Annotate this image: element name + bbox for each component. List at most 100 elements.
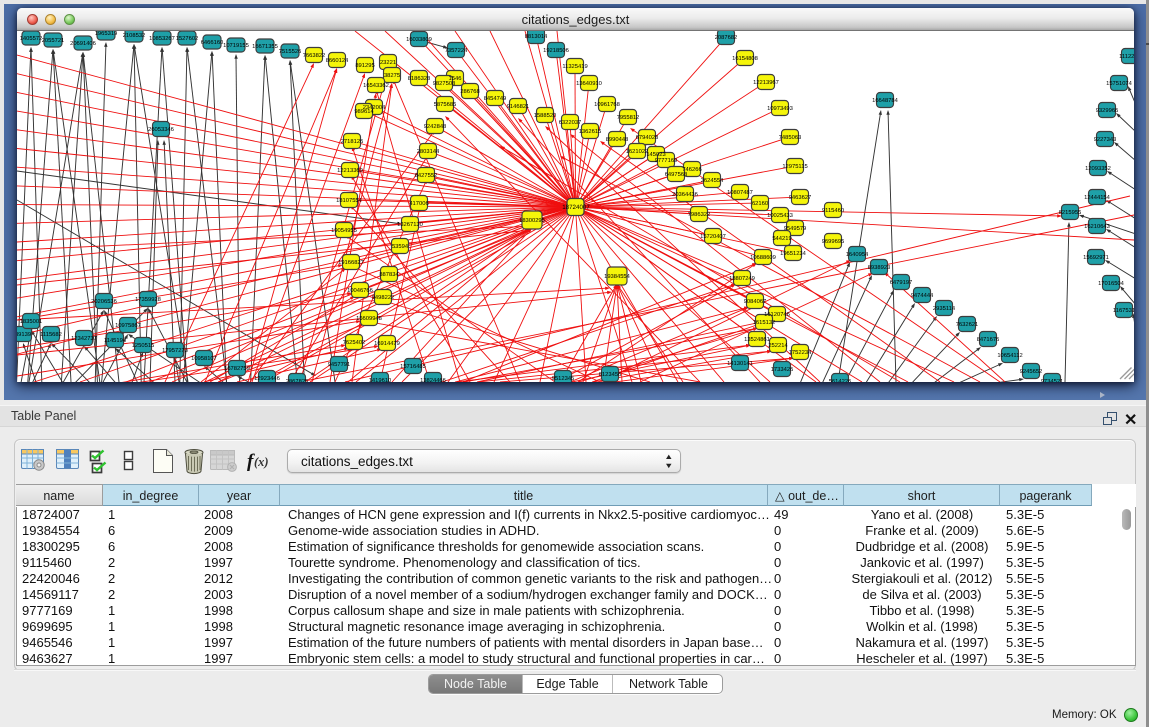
svg-text:6479197: 6479197 bbox=[890, 279, 913, 286]
svg-text:6794028: 6794028 bbox=[636, 134, 659, 141]
svg-text:1588520: 1588520 bbox=[534, 112, 557, 119]
svg-text:20691406: 20691406 bbox=[70, 40, 96, 47]
svg-text:9242848: 9242848 bbox=[424, 123, 447, 130]
svg-text:10973493: 10973493 bbox=[767, 105, 793, 112]
svg-text:10688609: 10688609 bbox=[750, 254, 776, 261]
svg-text:18724007: 18724007 bbox=[562, 204, 590, 211]
svg-text:8471676: 8471676 bbox=[977, 336, 1000, 343]
svg-text:16154808: 16154808 bbox=[732, 55, 758, 62]
svg-text:1362615: 1362615 bbox=[579, 128, 602, 135]
svg-text:10807487: 10807487 bbox=[727, 189, 753, 196]
svg-text:8938923: 8938923 bbox=[868, 264, 891, 271]
svg-text:12923446: 12923446 bbox=[254, 375, 280, 382]
svg-text:8660124: 8660124 bbox=[326, 57, 349, 64]
svg-text:2055721: 2055721 bbox=[42, 37, 65, 44]
svg-text:9474444: 9474444 bbox=[911, 292, 934, 299]
svg-text:16033809: 16033809 bbox=[406, 36, 432, 43]
svg-text:7663822: 7663822 bbox=[303, 52, 326, 59]
svg-text:16210643: 16210643 bbox=[1084, 223, 1110, 230]
svg-text:9245652: 9245652 bbox=[1020, 368, 1043, 375]
svg-text:19651234: 19651234 bbox=[780, 250, 807, 257]
svg-text:9512345: 9512345 bbox=[552, 375, 575, 382]
svg-text:18300295: 18300295 bbox=[519, 217, 545, 224]
svg-text:1621022: 1621022 bbox=[626, 148, 649, 155]
svg-text:9827508: 9827508 bbox=[433, 80, 456, 87]
svg-text:9463627: 9463627 bbox=[789, 194, 812, 201]
svg-text:7632621: 7632621 bbox=[956, 321, 979, 328]
svg-text:10719155: 10719155 bbox=[223, 42, 249, 49]
svg-text:15751074: 15751074 bbox=[1106, 80, 1133, 87]
svg-text:1115682: 1115682 bbox=[40, 331, 62, 338]
svg-text:1615132: 1615132 bbox=[753, 319, 776, 326]
svg-text:145023: 145023 bbox=[646, 151, 665, 158]
svg-text:(x): (x) bbox=[254, 455, 269, 469]
svg-text:12093352: 12093352 bbox=[1085, 165, 1111, 172]
svg-text:7625402: 7625402 bbox=[343, 339, 366, 346]
svg-text:7515526: 7515526 bbox=[279, 48, 302, 55]
svg-text:8813014: 8813014 bbox=[525, 33, 548, 40]
svg-text:53594: 53594 bbox=[392, 243, 409, 250]
svg-text:417006: 417006 bbox=[409, 200, 428, 207]
svg-text:2718126: 2718126 bbox=[341, 138, 364, 145]
svg-text:7955812: 7955812 bbox=[617, 114, 640, 121]
svg-text:16782759: 16782759 bbox=[224, 365, 250, 372]
svg-text:891295: 891295 bbox=[355, 62, 374, 69]
svg-text:9777169: 9777169 bbox=[655, 157, 678, 164]
svg-text:1527602: 1527602 bbox=[176, 35, 199, 42]
svg-text:16648784: 16648784 bbox=[872, 97, 899, 104]
svg-text:16671355: 16671355 bbox=[252, 43, 278, 50]
svg-text:2087682: 2087682 bbox=[715, 34, 738, 41]
svg-text:9734521: 9734521 bbox=[1041, 378, 1064, 382]
svg-text:9457791: 9457791 bbox=[328, 361, 351, 368]
svg-text:9549579: 9549579 bbox=[784, 225, 807, 232]
svg-text:39139: 39139 bbox=[17, 331, 31, 338]
svg-text:2867825: 2867825 bbox=[286, 378, 309, 382]
svg-text:15720407: 15720407 bbox=[700, 233, 726, 240]
svg-text:13640910: 13640910 bbox=[576, 80, 602, 87]
svg-text:62160: 62160 bbox=[752, 200, 768, 207]
svg-text:989614: 989614 bbox=[354, 108, 374, 115]
svg-text:12213369: 12213369 bbox=[337, 167, 363, 174]
svg-text:2803144: 2803144 bbox=[417, 148, 440, 155]
svg-text:887834: 887834 bbox=[379, 271, 399, 278]
svg-text:7986322: 7986322 bbox=[688, 211, 711, 218]
svg-text:1145194: 1145194 bbox=[104, 337, 127, 344]
svg-text:11325419: 11325419 bbox=[562, 63, 587, 70]
svg-text:19384554: 19384554 bbox=[604, 273, 631, 280]
svg-text:8454749: 8454749 bbox=[484, 95, 507, 102]
svg-text:20206536: 20206536 bbox=[91, 298, 117, 305]
svg-text:15609948: 15609948 bbox=[356, 315, 382, 322]
svg-text:13824466: 13824466 bbox=[420, 377, 446, 382]
svg-text:26053346: 26053346 bbox=[148, 126, 174, 133]
svg-text:14130141: 14130141 bbox=[727, 360, 753, 367]
svg-text:7485063: 7485063 bbox=[779, 134, 802, 141]
svg-text:6497568: 6497568 bbox=[665, 171, 688, 178]
svg-text:10654112: 10654112 bbox=[997, 352, 1022, 359]
svg-text:1752234: 1752234 bbox=[789, 349, 812, 356]
svg-text:286768: 286768 bbox=[460, 88, 479, 95]
svg-text:19218506: 19218506 bbox=[543, 47, 569, 54]
svg-text:6466160: 6466160 bbox=[201, 39, 224, 46]
svg-text:10853267: 10853267 bbox=[149, 35, 175, 42]
svg-text:10046766: 10046766 bbox=[347, 287, 373, 294]
svg-text:12975115: 12975115 bbox=[782, 163, 807, 170]
svg-text:19054955: 19054955 bbox=[331, 227, 357, 234]
svg-text:23221: 23221 bbox=[380, 59, 396, 66]
svg-text:10958107: 10958107 bbox=[191, 355, 217, 362]
svg-text:9699695: 9699695 bbox=[822, 238, 845, 245]
svg-text:12342737: 12342737 bbox=[71, 335, 97, 342]
svg-text:10961768: 10961768 bbox=[594, 101, 620, 108]
svg-text:16914479: 16914479 bbox=[374, 340, 400, 347]
svg-text:17957273: 17957273 bbox=[162, 347, 188, 354]
svg-text:1419610: 1419610 bbox=[369, 377, 392, 382]
svg-text:1965319: 1965319 bbox=[95, 31, 118, 37]
svg-text:9115460: 9115460 bbox=[822, 207, 844, 214]
svg-text:13267130: 13267130 bbox=[397, 221, 423, 228]
svg-text:8215955: 8215955 bbox=[1059, 209, 1082, 216]
svg-text:16120746: 16120746 bbox=[764, 311, 790, 318]
svg-text:9329966: 9329966 bbox=[1096, 107, 1119, 114]
svg-text:3624554: 3624554 bbox=[701, 177, 724, 184]
svg-text:8990448: 8990448 bbox=[606, 136, 629, 143]
svg-text:252214: 252214 bbox=[768, 342, 788, 349]
svg-text:1835001: 1835001 bbox=[20, 318, 43, 325]
